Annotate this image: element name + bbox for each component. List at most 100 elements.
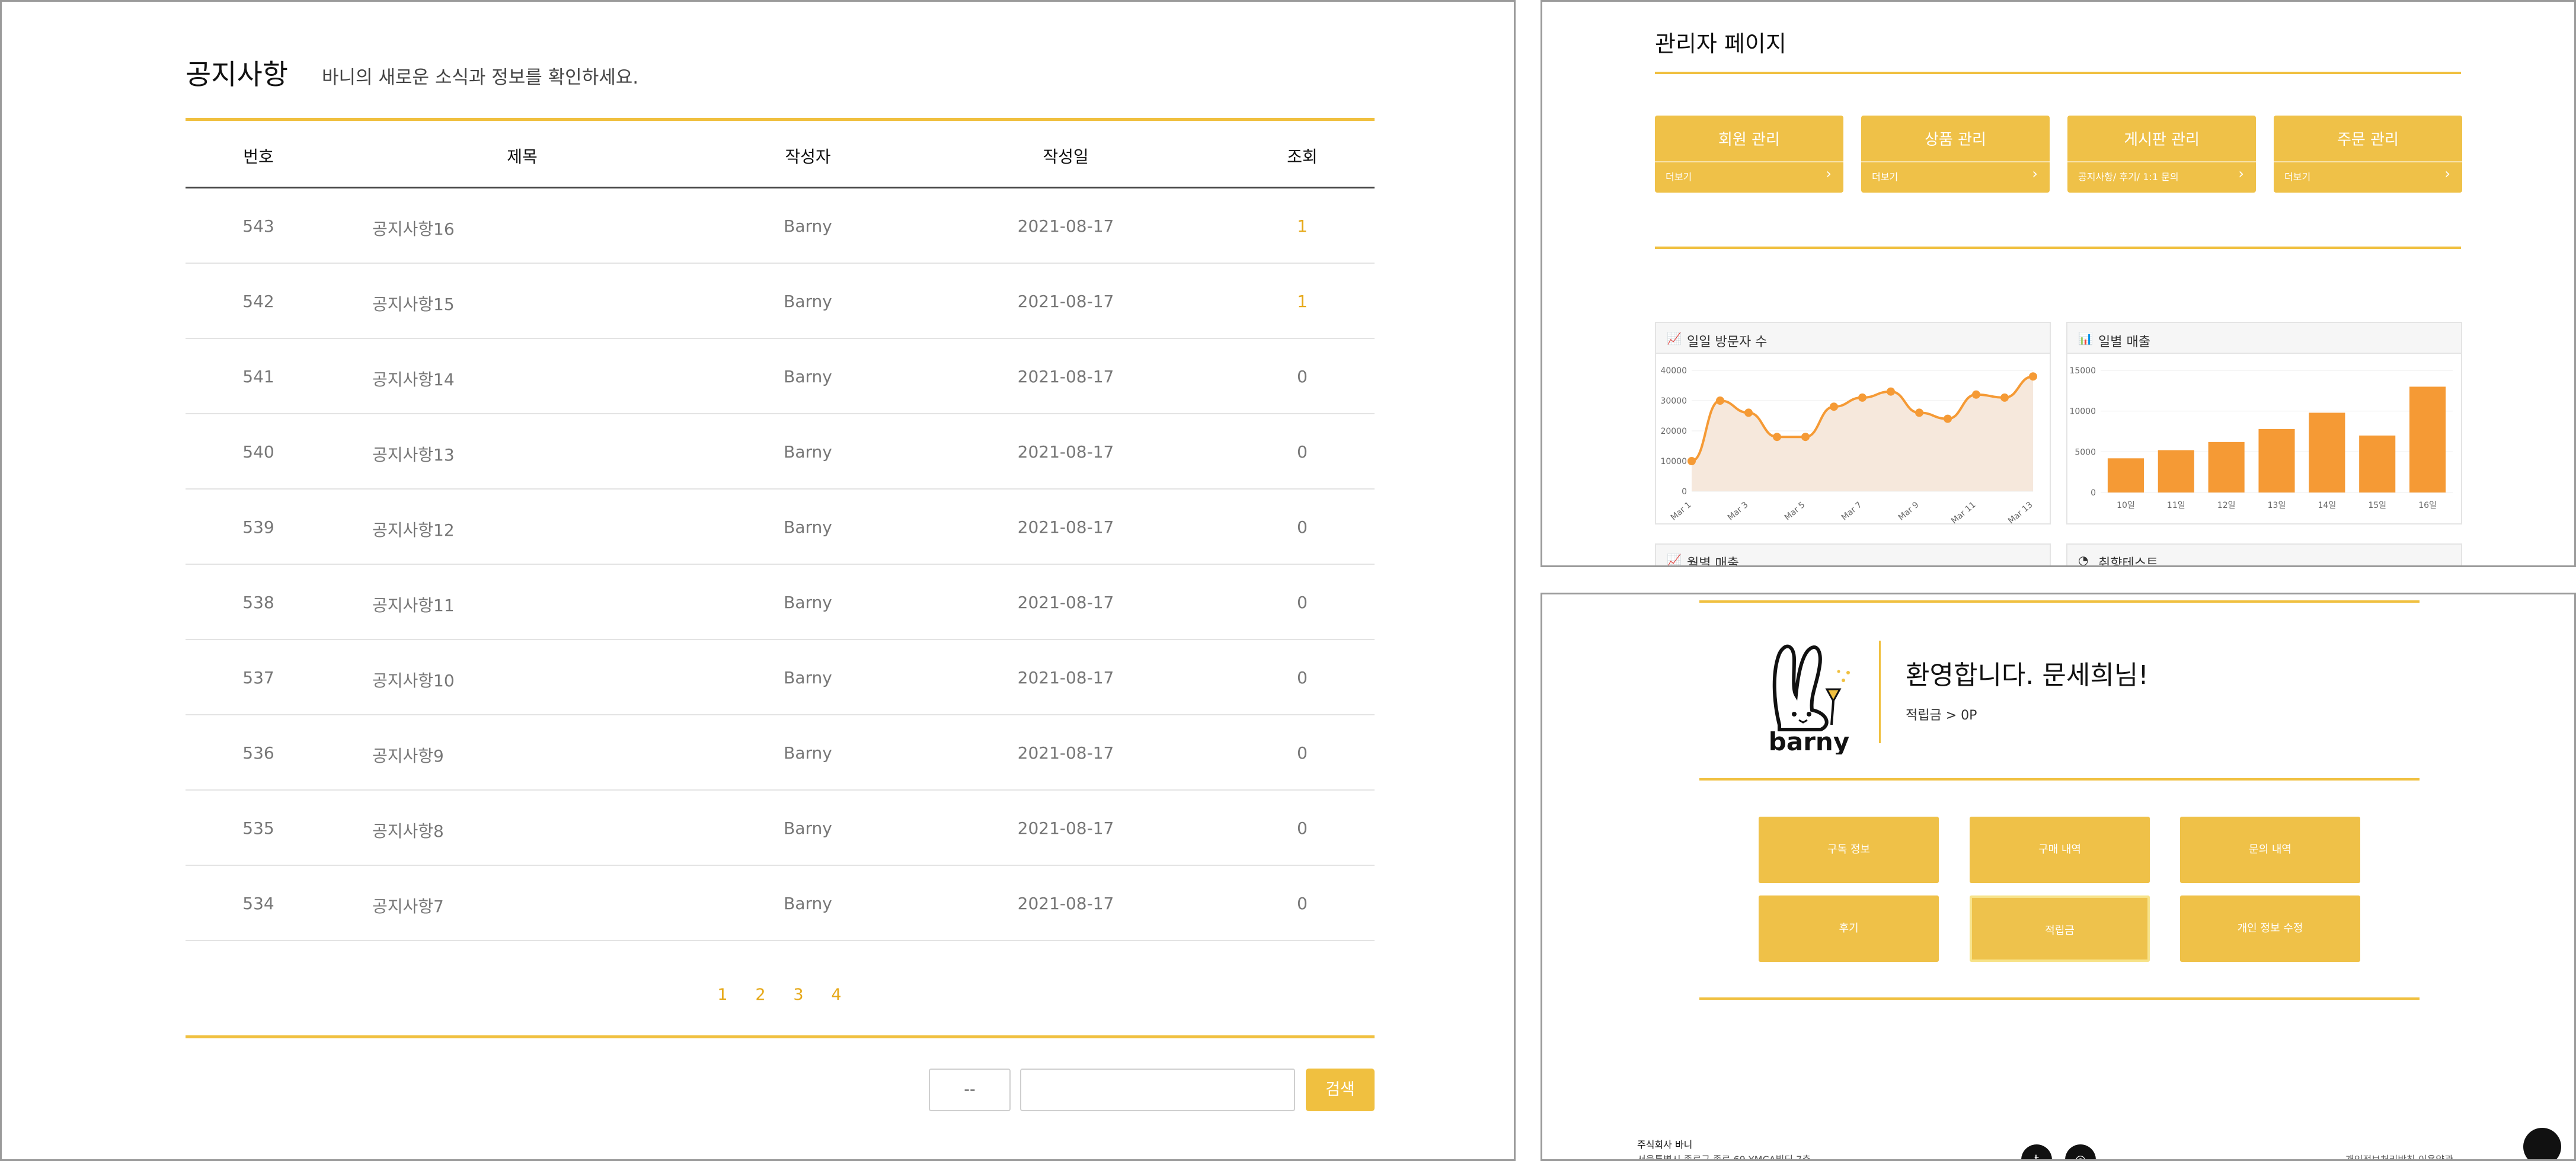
bar — [2409, 386, 2446, 492]
y-tick-label: 0 — [1682, 487, 1687, 497]
panel-header: 📈 일일 방문자 수 — [1656, 323, 2050, 354]
bar — [2208, 442, 2245, 492]
row-date: 2021-08-17 — [1017, 216, 1114, 236]
row-views: 0 — [1297, 668, 1308, 687]
instagram-icon[interactable]: ◎ — [2065, 1144, 2096, 1159]
row-number: 541 — [242, 367, 274, 386]
mypage-window: barny 환영합니다. 문세희님! 적립금 > 0P 구독 정보 구매 내역 … — [1541, 593, 2576, 1161]
search-type-select[interactable]: -- — [929, 1069, 1011, 1111]
col-header-views: 조회 — [1287, 147, 1318, 167]
card-title: 주문 관리 — [2337, 131, 2399, 149]
table-row[interactable]: 538 공지사항11 Barny 2021-08-17 0 — [186, 565, 1375, 640]
x-tick-label: 11일 — [2167, 501, 2185, 510]
row-number: 539 — [242, 517, 274, 537]
card-title: 상품 관리 — [1925, 131, 1986, 149]
area-chart-icon: 📈 — [1667, 331, 1682, 346]
row-number: 535 — [242, 818, 274, 838]
x-tick-label: 13일 — [2268, 501, 2286, 510]
footer-address: 서울특별시 종로구 종로 69 YMCA빌딩 7층 — [1637, 1154, 1811, 1161]
data-point — [1801, 433, 1810, 442]
col-header-author: 작성자 — [785, 147, 831, 167]
row-date: 2021-08-17 — [1017, 517, 1114, 537]
row-date: 2021-08-17 — [1017, 367, 1114, 386]
table-row[interactable]: 539 공지사항12 Barny 2021-08-17 0 — [186, 490, 1375, 565]
page-link-4[interactable]: 4 — [831, 986, 841, 1004]
board-management-card[interactable]: 게시판 관리 공지사항/ 후기/ 1:1 문의 › — [2067, 116, 2256, 193]
page-link-3[interactable]: 3 — [793, 986, 803, 1004]
chat-icon[interactable] — [2523, 1128, 2561, 1159]
row-author: Barny — [784, 517, 832, 537]
col-header-title: 제목 — [507, 147, 538, 167]
x-tick-label: 16일 — [2418, 501, 2437, 510]
card-more-link[interactable]: 공지사항/ 후기/ 1:1 문의 — [2078, 169, 2179, 183]
y-tick-label: 20000 — [1660, 427, 1687, 436]
table-row[interactable]: 535 공지사항8 Barny 2021-08-17 0 — [186, 791, 1375, 866]
card-more-link[interactable]: 더보기 — [2284, 169, 2310, 183]
points-button[interactable]: 적립금 — [1970, 895, 2150, 962]
row-title-link[interactable]: 공지사항16 — [372, 216, 455, 240]
row-date: 2021-08-17 — [1017, 292, 1114, 311]
product-management-card[interactable]: 상품 관리 더보기 › — [1861, 116, 2050, 193]
admin-section-divider — [1655, 247, 2461, 249]
table-row[interactable]: 542 공지사항15 Barny 2021-08-17 1 — [186, 264, 1375, 339]
row-views: 0 — [1297, 894, 1308, 913]
row-title-link[interactable]: 공지사항8 — [372, 818, 444, 842]
card-more-link[interactable]: 더보기 — [1872, 169, 1898, 183]
row-title-link[interactable]: 공지사항10 — [372, 668, 455, 692]
member-management-card[interactable]: 회원 관리 더보기 › — [1655, 116, 1843, 193]
taste-test-panel: ◔ 취향테스트 — [2066, 543, 2462, 567]
row-title-link[interactable]: 공지사항13 — [372, 442, 455, 466]
row-author: Barny — [784, 743, 832, 763]
row-date: 2021-08-17 — [1017, 442, 1114, 462]
monthly-sales-panel: 📈 월별 매출 — [1655, 543, 2051, 565]
table-row[interactable]: 543 공지사항16 Barny 2021-08-17 1 — [186, 188, 1375, 264]
data-point — [2000, 393, 2009, 402]
row-number: 537 — [242, 668, 274, 687]
search-button[interactable]: 검색 — [1306, 1069, 1375, 1111]
subscription-info-button[interactable]: 구독 정보 — [1759, 817, 1939, 883]
welcome-message: 환영합니다. 문세희님! — [1906, 660, 2149, 690]
data-point — [1972, 390, 1980, 399]
search-input[interactable] — [1020, 1069, 1295, 1111]
row-views: 0 — [1297, 367, 1308, 386]
row-title-link[interactable]: 공지사항14 — [372, 367, 455, 391]
row-title-link[interactable]: 공지사항12 — [372, 517, 455, 541]
table-row[interactable]: 540 공지사항13 Barny 2021-08-17 0 — [186, 414, 1375, 490]
row-author: Barny — [784, 442, 832, 462]
table-row[interactable]: 536 공지사항9 Barny 2021-08-17 0 — [186, 715, 1375, 791]
points-link[interactable]: 적립금 > 0P — [1906, 705, 1977, 724]
table-row[interactable]: 537 공지사항10 Barny 2021-08-17 0 — [186, 640, 1375, 715]
twitter-icon[interactable]: t — [2021, 1144, 2052, 1159]
row-title-link[interactable]: 공지사항9 — [372, 743, 444, 767]
x-tick-label: Mar 7 — [1840, 500, 1864, 523]
page-title: 공지사항 — [186, 59, 288, 91]
y-tick-label: 30000 — [1660, 396, 1687, 406]
y-tick-label: 10000 — [1660, 457, 1687, 466]
inquiry-history-button[interactable]: 문의 내역 — [2180, 817, 2360, 883]
row-title-link[interactable]: 공지사항7 — [372, 894, 444, 917]
footer-links[interactable]: 개인정보처리방침 이용약관 — [2345, 1152, 2453, 1159]
panel-title: 취향테스트 — [2098, 556, 2159, 567]
row-number: 540 — [242, 442, 274, 462]
page-link-2[interactable]: 2 — [755, 986, 765, 1004]
card-more-link[interactable]: 더보기 — [1666, 169, 1692, 183]
data-point — [2029, 372, 2037, 381]
bottom-divider — [186, 1035, 1375, 1038]
bar — [2158, 450, 2194, 492]
card-divider — [1655, 161, 1843, 162]
table-row[interactable]: 541 공지사항14 Barny 2021-08-17 0 — [186, 339, 1375, 414]
purchase-history-button[interactable]: 구매 내역 — [1970, 817, 2150, 883]
barny-logo: barny — [1769, 644, 1850, 754]
order-management-card[interactable]: 주문 관리 더보기 › — [2274, 116, 2462, 193]
reviews-button[interactable]: 후기 — [1759, 895, 1939, 962]
row-author: Barny — [784, 292, 832, 311]
table-row[interactable]: 534 공지사항7 Barny 2021-08-17 0 — [186, 866, 1375, 941]
data-point — [1716, 396, 1724, 405]
panel-title: 일별 매출 — [2098, 335, 2150, 350]
daily-sales-chart: 0 5000 10000 15000 10일 11일 12일 13일 14일 15일 16일 — [2069, 366, 2453, 510]
edit-profile-button[interactable]: 개인 정보 수정 — [2180, 895, 2360, 962]
x-tick-label: Mar 5 — [1783, 500, 1807, 523]
page-link-1[interactable]: 1 — [717, 986, 727, 1004]
row-title-link[interactable]: 공지사항15 — [372, 292, 455, 315]
row-title-link[interactable]: 공지사항11 — [372, 593, 455, 616]
